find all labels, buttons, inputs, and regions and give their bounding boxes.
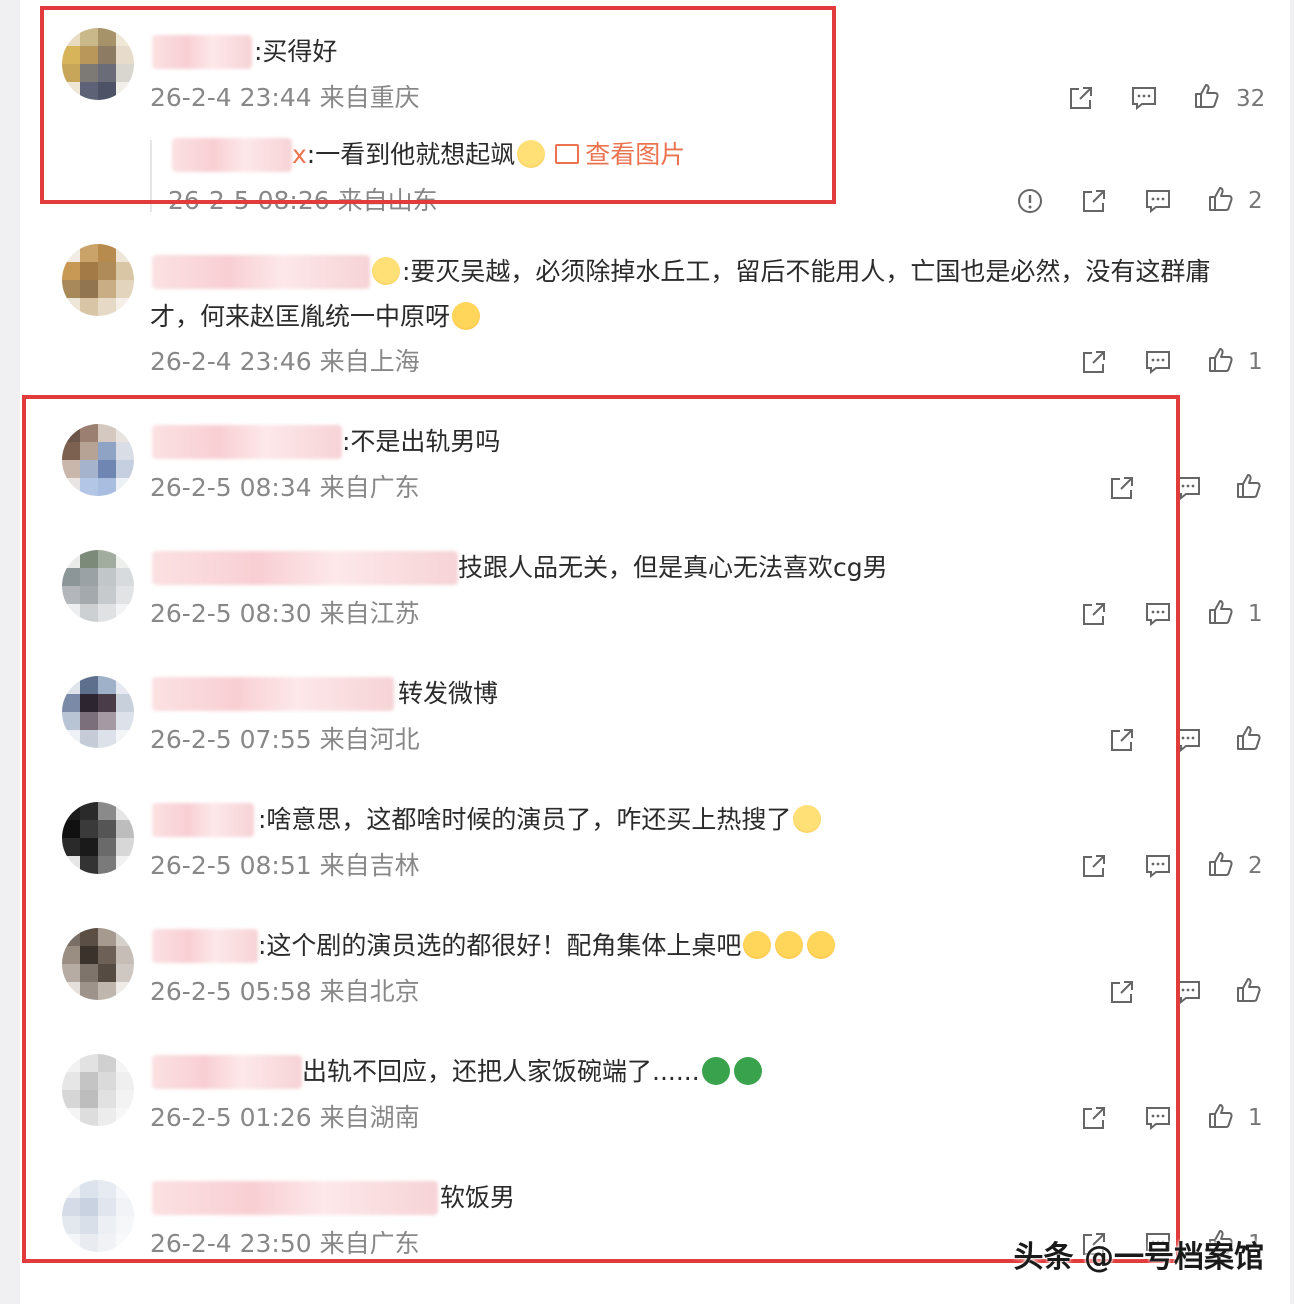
like-icon[interactable] bbox=[1234, 975, 1264, 1005]
like-icon[interactable] bbox=[1206, 345, 1236, 375]
like-count: 1 bbox=[1248, 349, 1263, 375]
like-icon[interactable] bbox=[1206, 849, 1236, 879]
comment-meta: 26-2-4 23:46 来自上海 bbox=[150, 347, 420, 376]
like-count: 2 bbox=[1248, 188, 1263, 214]
like-count: 1 bbox=[1248, 1105, 1263, 1131]
username-blurred[interactable] bbox=[152, 255, 370, 289]
comment-text-line2: 才，何来赵匡胤统一中原呀 bbox=[150, 300, 482, 334]
like-icon[interactable] bbox=[1206, 1101, 1236, 1131]
watermark: 头条 @一号档案馆 bbox=[1013, 1240, 1264, 1275]
page-gutter-right bbox=[1290, 0, 1294, 1304]
highlight-box-bottom bbox=[22, 395, 1180, 1263]
comment-text-line2-body: 才，何来赵匡胤统一中原呀 bbox=[150, 302, 451, 331]
like-count: 2 bbox=[1248, 853, 1263, 879]
comment-text-line1: :要灭吴越，必须除掉水丘工，留后不能用人，亡国也是必然，没有这群庸 bbox=[370, 255, 1210, 289]
comment-text-line1-body: :要灭吴越，必须除掉水丘工，留后不能用人，亡国也是必然，没有这群庸 bbox=[402, 257, 1211, 286]
report-icon[interactable] bbox=[1015, 186, 1045, 216]
emoji-icon bbox=[372, 257, 400, 285]
comment-icon[interactable] bbox=[1143, 347, 1173, 377]
comment-icon[interactable] bbox=[1129, 83, 1159, 113]
like-icon[interactable] bbox=[1234, 471, 1264, 501]
share-icon[interactable] bbox=[1066, 83, 1096, 113]
crying-emoji-icon bbox=[452, 302, 481, 330]
like-icon[interactable] bbox=[1234, 723, 1264, 753]
highlight-box-top bbox=[40, 6, 836, 204]
like-icon[interactable] bbox=[1206, 597, 1236, 627]
like-count: 32 bbox=[1236, 86, 1266, 112]
share-icon[interactable] bbox=[1079, 347, 1109, 377]
comment-icon[interactable] bbox=[1143, 186, 1173, 216]
like-icon[interactable] bbox=[1206, 184, 1236, 214]
like-icon[interactable] bbox=[1192, 81, 1222, 111]
like-count: 1 bbox=[1248, 601, 1263, 627]
share-icon[interactable] bbox=[1079, 186, 1109, 216]
avatar[interactable] bbox=[62, 244, 134, 316]
page-gutter bbox=[0, 0, 20, 1304]
